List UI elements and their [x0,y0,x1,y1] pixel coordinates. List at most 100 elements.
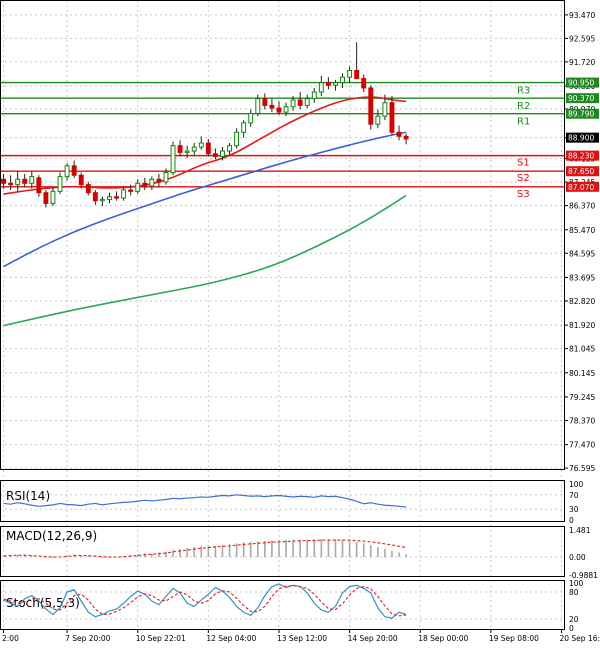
candle-body [276,107,282,113]
candle-body [269,104,275,109]
candle-body [142,182,148,187]
level-tag-label: 88.230 [568,152,594,161]
candle-body [198,142,204,148]
candle-body [318,82,324,93]
candle-body [57,176,63,192]
candle-body [304,98,310,106]
candle-body [241,122,247,133]
level-tag-label: 87.650 [568,167,594,176]
candle-body [107,196,112,200]
candle-body [170,145,176,174]
candle-body [128,189,134,192]
candle-body [29,176,35,184]
candle-body [297,99,303,106]
stoch-tick-label: 80 [569,588,579,597]
level-tag-label: 87.070 [568,183,594,192]
candle-body [347,69,353,78]
candle-body [361,78,367,89]
candle-body [85,184,91,194]
candle-body [1,178,6,184]
y-tick-label: 78.370 [569,416,595,425]
y-tick-label: 77.470 [569,441,595,450]
candle-body [389,102,395,133]
x-tick-label: 12 Sep 04:00 [206,634,256,643]
level-name-s2: S2 [517,173,530,184]
candle-body [205,142,211,155]
candle-body [114,196,119,199]
candle-body [255,98,261,114]
candle-body [283,106,289,113]
stoch-title: Stoch(5,5,3) [6,596,80,610]
candle-body [78,174,84,186]
level-name-s1: S1 [517,158,530,169]
candle-body [43,192,49,204]
price-level-tags: 90.950 90.370 89.790 88.230 87.650 87.070 88.9… [566,77,599,192]
stoch-tick-label: 100 [569,579,584,588]
chart-canvas[interactable]: 93.47092.59591.72090.82089.97088.90088.1… [0,0,600,647]
level-name-r2: R2 [517,101,530,112]
candle-body [325,82,331,86]
candle-body [22,178,28,184]
x-tick-label: 18 Sep 00:00 [418,634,468,643]
x-tick-label: 19 Sep 08:00 [489,634,539,643]
candle-body [234,131,240,147]
trading-chart-window: 93.47092.59591.72090.82089.97088.90088.1… [0,0,600,647]
x-tick-label: 14 Sep 20:00 [348,634,398,643]
stoch-tick-label: 0 [569,624,574,633]
candle-body [149,178,155,187]
candle-body [8,182,14,186]
candle-body [340,76,345,84]
y-tick-label: 84.595 [569,249,595,258]
y-tick-label: 81.045 [569,345,595,354]
rsi-tick-label: 30 [569,505,579,514]
candle-body [212,153,218,157]
candle-body [191,146,197,152]
candle-body [64,165,70,178]
candle-body [248,112,254,124]
level-name-r1: R1 [517,117,530,128]
y-tick-label: 83.695 [569,273,595,282]
candle-body [403,135,409,140]
stoch-tick-label: 20 [569,615,579,624]
candle-body [375,115,381,125]
y-tick-label: 86.370 [569,202,595,211]
x-tick-label: 13 Sep 12:00 [277,634,327,643]
candle-body [333,82,338,86]
candle-body [396,131,402,137]
candle-body [184,150,190,153]
level-tag-label: 89.790 [568,110,594,119]
candle-body [71,165,77,176]
candle-body [382,102,388,117]
x-tick-label: 7 Sep 20:00 [65,634,111,643]
y-tick-label: 93.470 [569,11,595,20]
level-tag-label: 90.370 [568,94,594,103]
x-tick-label: 2:00 [2,634,19,643]
y-tick-label: 79.245 [569,393,595,402]
candle-body [368,87,374,125]
macd-title: MACD(12,26,9) [6,529,97,543]
y-tick-label: 76.595 [569,464,595,473]
rsi-tick-label: 0 [569,516,574,525]
x-tick-label: 10 Sep 22:01 [136,634,186,643]
y-tick-label: 85.470 [569,226,595,235]
candle-body [156,178,162,183]
candle-body [121,189,127,199]
macd-tick-label: 0.00 [569,553,586,562]
current-price-label: 88.900 [568,134,594,143]
x-tick-label: 20 Sep 16:00 [559,634,600,643]
macd-tick-label: 1.481 [569,526,591,535]
level-name-s3: S3 [517,189,530,200]
candle-body [220,150,225,157]
y-tick-label: 82.820 [569,297,595,306]
level-name-r3: R3 [517,86,530,97]
candle-body [262,98,268,106]
candle-body [163,172,169,183]
candle-body [135,182,141,192]
rsi-tick-label: 70 [569,491,579,500]
y-tick-label: 80.145 [569,369,595,378]
candle-body [99,198,105,202]
candle-body [36,177,42,194]
candle-body [290,99,296,108]
candle-body [92,192,98,202]
candle-body [311,91,317,100]
